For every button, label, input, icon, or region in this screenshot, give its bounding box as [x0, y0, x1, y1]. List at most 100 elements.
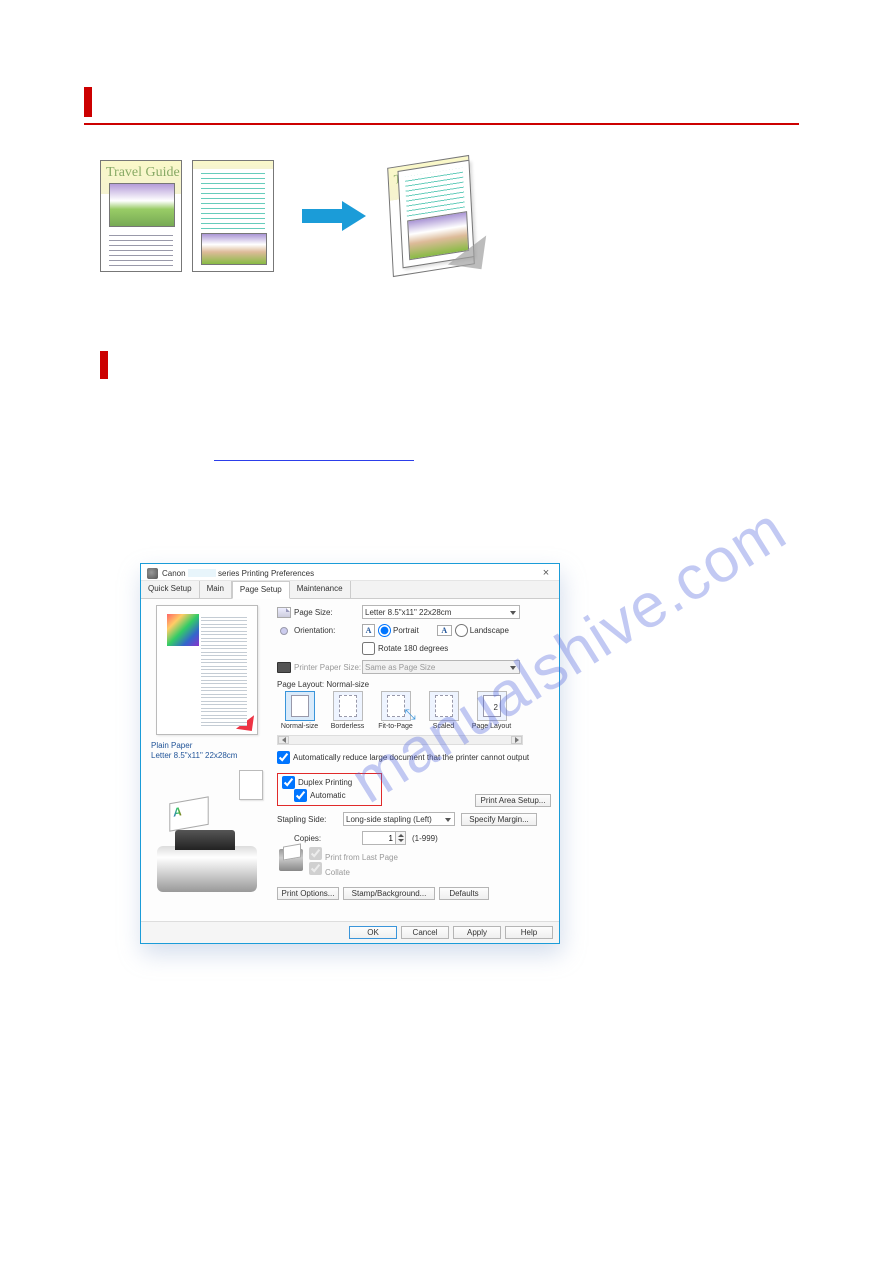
print-area-setup-button[interactable]: Print Area Setup... [475, 794, 551, 807]
collate-label: Collate [325, 868, 350, 877]
layout-scrollbar[interactable] [277, 735, 523, 745]
paper-info: Plain Paper Letter 8.5"x11" 22x28cm [147, 741, 267, 762]
page-layout-strip: Normal-size Borderless Fit-to-Page Scale… [277, 691, 523, 733]
title-blank [188, 569, 216, 577]
orientation-label: Orientation: [294, 626, 362, 635]
apply-button[interactable]: Apply [453, 926, 501, 939]
help-button[interactable]: Help [505, 926, 553, 939]
stapling-side-label: Stapling Side: [277, 815, 343, 824]
section-marker [100, 351, 108, 379]
duplex-highlight-box: Duplex Printing Automatic [277, 773, 382, 806]
layout-scaled[interactable]: Scaled [421, 691, 466, 730]
portrait-icon: A [362, 624, 375, 637]
stamp-background-button[interactable]: Stamp/Background... [343, 887, 435, 900]
stapling-side-value: Long-side stapling (Left) [346, 815, 432, 824]
copies-spinner[interactable] [362, 831, 406, 845]
title-suffix: series Printing Preferences [218, 569, 314, 578]
landscape-radio[interactable] [455, 624, 468, 637]
copies-label: Copies: [294, 834, 362, 843]
rotate-180-label: Rotate 180 degrees [378, 644, 448, 653]
layout-normal-size[interactable]: Normal-size [277, 691, 322, 730]
output-sheet-icon [169, 796, 208, 831]
rotate-180-checkbox[interactable] [362, 642, 375, 655]
section-marker [84, 87, 92, 117]
portrait-label: Portrait [393, 626, 419, 635]
copies-input[interactable] [362, 831, 396, 845]
tab-strip: Quick Setup Main Page Setup Maintenance [141, 581, 559, 599]
print-options-button[interactable]: Print Options... [277, 887, 339, 900]
page-preview [156, 605, 258, 735]
duplex-printing-checkbox[interactable] [282, 776, 295, 789]
section-rule [84, 123, 799, 125]
illus-page-1: Travel Guide [100, 160, 182, 272]
layout-page-layout[interactable]: 2 Page Layout [469, 691, 514, 730]
arrow-icon [302, 201, 372, 231]
layout-scaled-caption: Scaled [421, 723, 466, 730]
automatic-checkbox[interactable] [294, 789, 307, 802]
paper-size-text: Letter 8.5"x11" 22x28cm [151, 751, 267, 761]
layout-borderless-caption: Borderless [325, 723, 370, 730]
paper-type-text: Plain Paper [151, 741, 267, 751]
illus-page-2 [192, 160, 274, 272]
ok-button[interactable]: OK [349, 926, 397, 939]
page-size-value: Letter 8.5"x11" 22x28cm [365, 608, 451, 617]
printer-body-icon [157, 846, 257, 892]
page-size-label: Page Size: [294, 608, 362, 617]
illus-photo [109, 183, 175, 227]
illus-band [193, 161, 273, 169]
auto-reduce-checkbox[interactable] [277, 751, 290, 764]
portrait-radio[interactable] [378, 624, 391, 637]
settings-pane: Page Size: Letter 8.5"x11" 22x28cm Orien… [273, 599, 559, 921]
automatic-label: Automatic [310, 791, 346, 800]
auto-reduce-label: Automatically reduce large document that… [293, 753, 529, 762]
scroll-right-button[interactable] [511, 736, 522, 744]
cancel-button[interactable]: Cancel [401, 926, 449, 939]
stapling-side-combo[interactable]: Long-side stapling (Left) [343, 812, 455, 826]
orientation-icon [280, 627, 288, 635]
spinner-buttons[interactable] [396, 831, 406, 845]
illus-lines [109, 231, 173, 267]
printer-paper-icon [277, 662, 291, 673]
layout-fit-caption: Fit-to-Page [373, 723, 418, 730]
page-icon [277, 607, 291, 618]
printer-paper-size-combo: Same as Page Size [362, 660, 520, 674]
printer-icon [147, 568, 158, 579]
page-flip-icon [233, 710, 253, 730]
dialog-titlebar[interactable]: Canon series Printing Preferences × [141, 564, 559, 581]
dialog-title: Canon series Printing Preferences [162, 569, 539, 578]
print-from-last-label: Print from Last Page [325, 853, 398, 862]
printer-paper-size-value: Same as Page Size [365, 663, 435, 672]
close-button[interactable]: × [539, 568, 553, 579]
tab-maintenance[interactable]: Maintenance [290, 581, 351, 598]
fold-corner-icon [448, 231, 486, 269]
defaults-button[interactable]: Defaults [439, 887, 489, 900]
layout-borderless[interactable]: Borderless [325, 691, 370, 730]
link-underline[interactable] [214, 460, 414, 461]
layout-pagelayout-caption: Page Layout [469, 723, 514, 730]
scroll-left-button[interactable] [278, 736, 289, 744]
layout-fit-to-page[interactable]: Fit-to-Page [373, 691, 418, 730]
tab-quick-setup[interactable]: Quick Setup [141, 581, 200, 598]
small-page-thumb[interactable] [239, 770, 263, 800]
printing-preferences-dialog: Canon series Printing Preferences × Quic… [140, 563, 560, 944]
illus-photo [201, 233, 267, 265]
illus-folded: Travel Guide [400, 157, 490, 275]
tab-main[interactable]: Main [200, 581, 232, 598]
copies-range-label: (1-999) [412, 834, 438, 843]
printer-illustration [147, 806, 267, 892]
dialog-footer: OK Cancel Apply Help [141, 921, 559, 943]
layout-normal-caption: Normal-size [277, 723, 322, 730]
page-size-combo[interactable]: Letter 8.5"x11" 22x28cm [362, 605, 520, 619]
illus-lines [201, 169, 265, 229]
duplex-printing-label: Duplex Printing [298, 778, 352, 787]
collate-icon [279, 849, 303, 871]
illus-title-text: Travel Guide [106, 165, 180, 181]
page-layout-label: Page Layout: Normal-size [277, 680, 551, 689]
print-from-last-checkbox [309, 847, 322, 860]
illustration-duplex: Travel Guide Travel Guide [100, 157, 490, 275]
specify-margin-button[interactable]: Specify Margin... [461, 813, 537, 826]
landscape-label: Landscape [470, 626, 509, 635]
preview-pane: Plain Paper Letter 8.5"x11" 22x28cm [141, 599, 273, 921]
title-prefix: Canon [162, 569, 186, 578]
tab-page-setup[interactable]: Page Setup [232, 581, 290, 599]
